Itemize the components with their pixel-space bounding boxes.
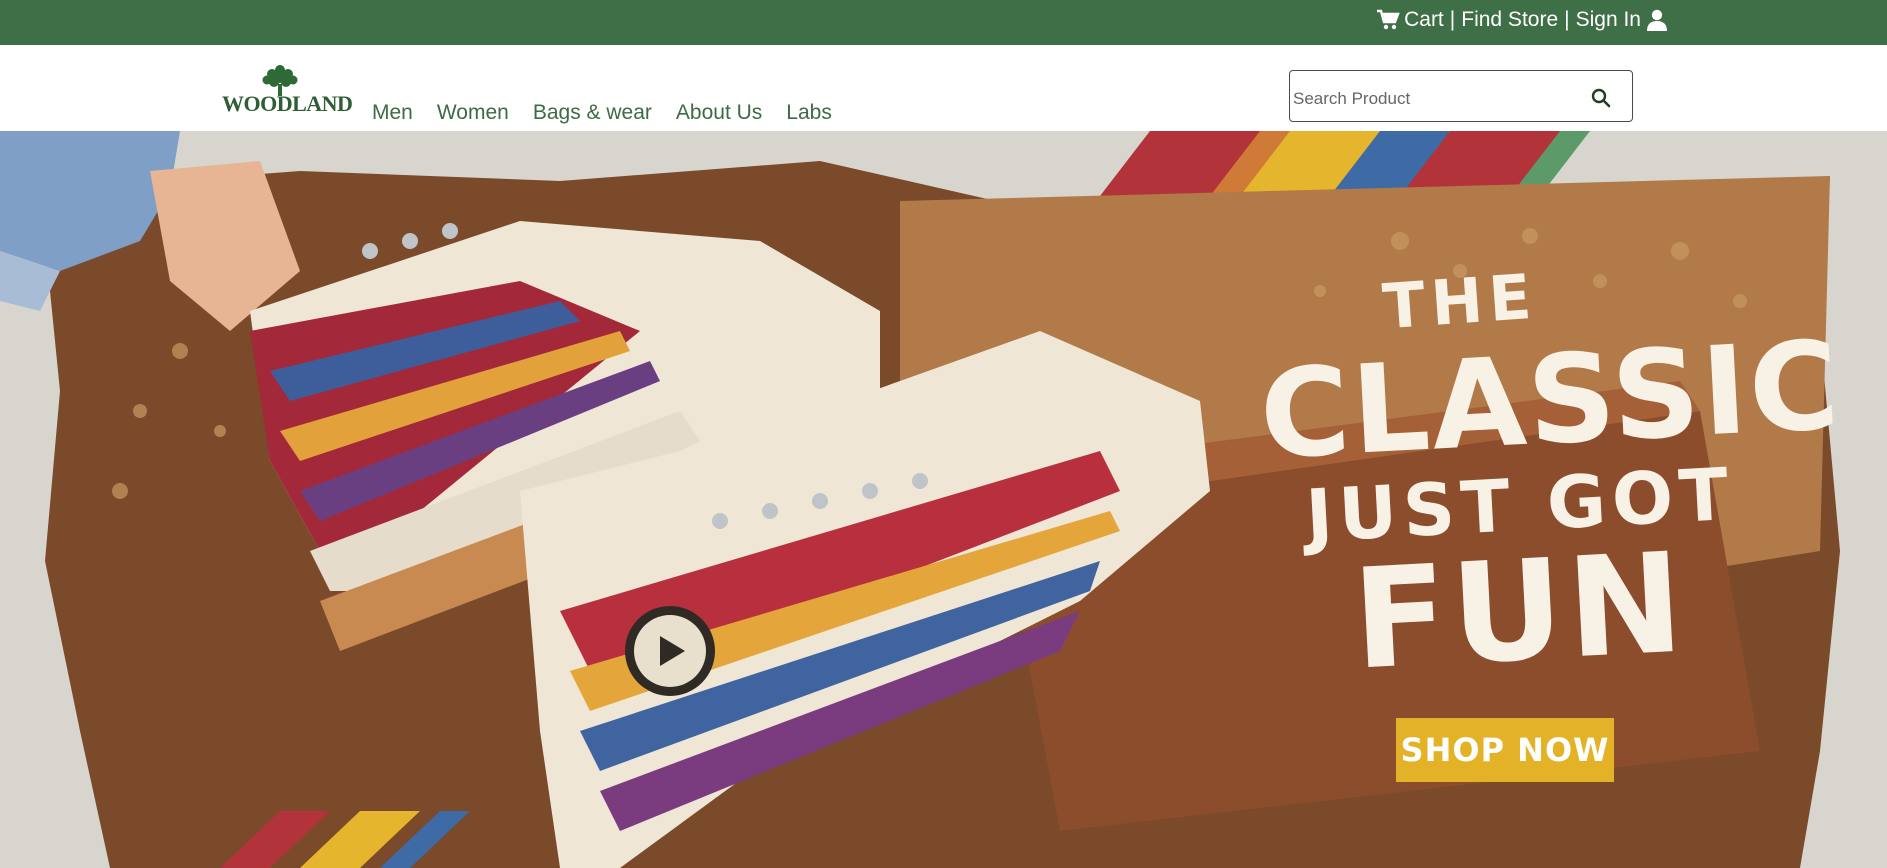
- hero-banner[interactable]: THE CLASSIC JUST GOT FUN SHOP NOW: [0, 131, 1887, 868]
- nav-item-about-us[interactable]: About Us: [676, 101, 762, 125]
- user-icon[interactable]: [1647, 9, 1667, 31]
- search-input[interactable]: [1293, 87, 1583, 111]
- top-utility-bar: Cart | Find Store | Sign In: [0, 0, 1887, 45]
- nav-item-bags-wear[interactable]: Bags & wear: [533, 101, 652, 125]
- find-store-link[interactable]: Find Store: [1461, 8, 1558, 32]
- headline-line-4: FUN: [1349, 522, 1691, 701]
- cart-link[interactable]: Cart: [1404, 8, 1444, 32]
- shop-now-button[interactable]: SHOP NOW: [1396, 718, 1614, 782]
- nav-item-women[interactable]: Women: [437, 101, 509, 125]
- main-nav: Men Women Bags & wear About Us Labs: [372, 101, 856, 125]
- nav-item-men[interactable]: Men: [372, 101, 413, 125]
- nav-item-labs[interactable]: Labs: [786, 101, 832, 125]
- separator: |: [1564, 8, 1570, 31]
- search-box: [1289, 70, 1633, 122]
- cart-icon[interactable]: [1376, 9, 1400, 31]
- utility-links: Cart | Find Store | Sign In: [1376, 8, 1667, 32]
- sign-in-link[interactable]: Sign In: [1576, 8, 1641, 32]
- separator: |: [1449, 8, 1456, 31]
- logo-wordmark: WOODLAND: [222, 91, 353, 116]
- hero-headline: THE CLASSIC JUST GOT FUN: [1257, 260, 1845, 701]
- site-header: WOODLAND Men Women Bags & wear About Us …: [0, 45, 1887, 131]
- woodland-logo[interactable]: WOODLAND: [222, 63, 353, 117]
- search-icon[interactable]: [1590, 87, 1612, 109]
